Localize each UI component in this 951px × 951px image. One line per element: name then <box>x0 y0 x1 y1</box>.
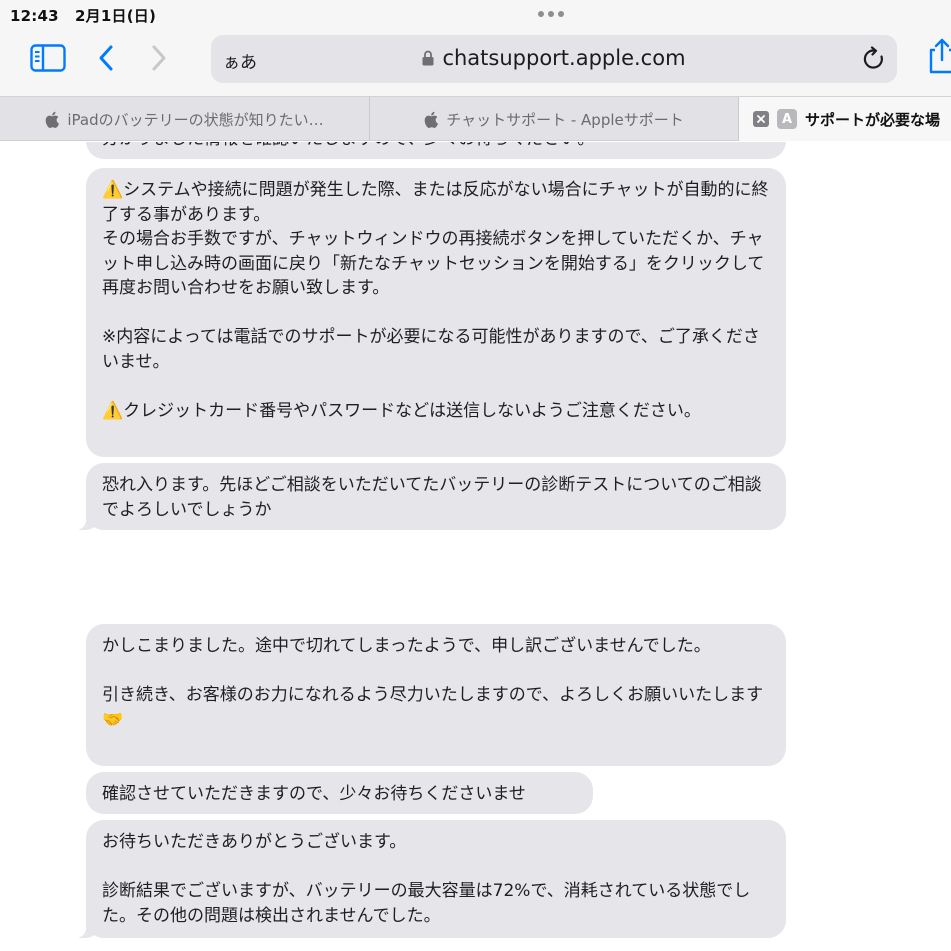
status-time: 12:43 2月1日(日) <box>10 7 157 25</box>
reload-icon[interactable] <box>861 46 887 72</box>
apple-icon <box>424 111 439 128</box>
chat-message-text: 分かりました情報を確認いたしますので、少々お待ちください。 <box>102 142 594 151</box>
chevron-right-icon[interactable] <box>148 44 170 72</box>
url-text: chatsupport.apple.com <box>442 46 686 70</box>
tab-chat-support[interactable]: チャットサポート - Appleサポート <box>370 97 739 141</box>
tab-ipad-battery[interactable]: iPadのバッテリーの状態が知りたい… <box>0 97 370 141</box>
browser-toolbar: ぁあ chatsupport.apple.com <box>0 30 951 96</box>
apple-icon <box>46 111 60 128</box>
site-favicon-icon: A <box>777 109 797 129</box>
tab-label: サポートが必要な場 <box>805 110 941 129</box>
chat-message: 確認させていただきますので、少々お待ちくださいませ <box>86 772 593 814</box>
chat-message-text: 確認させていただきますので、少々お待ちくださいませ <box>102 784 526 804</box>
tab-label: iPadのバッテリーの状態が知りたい… <box>67 110 324 129</box>
chat-transcript[interactable]: 分かりました情報を確認いたしますので、少々お待ちください。 ⚠️システムや接続に… <box>0 142 951 951</box>
chat-message: お待ちいただきありがとうございます。 診断結果でございますが、バッテリーの最大容… <box>76 820 786 938</box>
chat-message-text: 恐れ入ります。先ほどご相談をいただいてたバッテリーの診断テストについてのご相談で… <box>102 475 762 520</box>
tab-bar: iPadのバッテリーの状態が知りたい… チャットサポート - Appleサポート… <box>0 96 951 141</box>
chat-message: ⚠️システムや接続に問題が発生した際、または反応がない場合にチャットが自動的に終… <box>86 168 786 457</box>
chat-message-text: ⚠️システムや接続に問題が発生した際、または反応がない場合にチャットが自動的に終… <box>102 180 769 421</box>
tab-support-needed-active[interactable]: A サポートが必要な場 <box>739 97 951 141</box>
chevron-left-icon[interactable] <box>96 44 118 72</box>
status-date: 2月1日(日) <box>75 7 157 25</box>
multitasking-menu-icon[interactable] <box>538 11 564 17</box>
address-bar[interactable]: ぁあ chatsupport.apple.com <box>211 35 897 83</box>
chat-message-text: かしこまりました。途中で切れてしまったようで、申し訳ございませんでした。 引き続… <box>102 636 764 730</box>
status-bar: 12:43 2月1日(日) <box>0 0 951 30</box>
chat-message-text: お待ちいただきありがとうございます。 診断結果でございますが、バッテリーの最大容… <box>102 832 751 926</box>
sidebar-icon[interactable] <box>30 44 66 72</box>
chat-message: かしこまりました。途中で切れてしまったようで、申し訳ございませんでした。 引き続… <box>86 624 786 766</box>
lock-icon <box>422 50 434 66</box>
chat-message: 分かりました情報を確認いたしますので、少々お待ちください。 <box>86 142 786 159</box>
tab-label: チャットサポート - Appleサポート <box>446 110 684 129</box>
share-icon[interactable] <box>926 38 951 74</box>
chat-message: 恐れ入ります。先ほどご相談をいただいてたバッテリーの診断テストについてのご相談で… <box>76 463 786 530</box>
close-icon[interactable] <box>753 111 769 127</box>
